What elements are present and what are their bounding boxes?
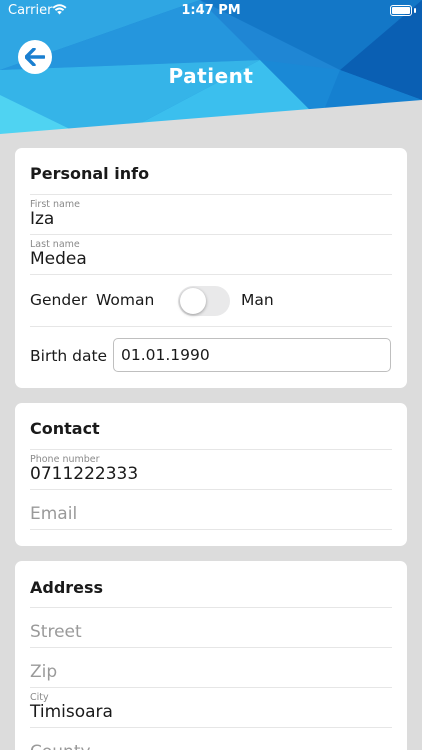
contact-title: Contact (30, 403, 392, 450)
man-label: Man (241, 291, 274, 309)
zip-field[interactable]: Zip (30, 648, 392, 688)
personal-info-card: Personal info First name Iza Last name M… (15, 148, 407, 388)
address-title: Address (30, 561, 392, 608)
phone-field[interactable]: Phone number 0711222333 (30, 450, 392, 490)
last-name-value: Medea (30, 249, 87, 269)
email-placeholder: Email (30, 504, 78, 524)
birth-date-label: Birth date (30, 347, 108, 365)
gender-toggle[interactable] (178, 286, 230, 316)
county-field[interactable]: County (30, 728, 392, 750)
city-value: Timisoara (30, 702, 113, 722)
header: Carrier 1:47 PM Patient (0, 0, 422, 134)
battery-icon (390, 5, 412, 16)
page-title: Patient (168, 64, 254, 88)
woman-label: Woman (96, 291, 155, 309)
county-placeholder: County (30, 742, 91, 750)
toggle-knob (180, 288, 206, 314)
birth-date-row: Birth date (30, 327, 392, 387)
status-bar: Carrier 1:47 PM (0, 0, 422, 22)
address-card: Address Street Zip City Timisoara County (15, 561, 407, 750)
street-field[interactable]: Street (30, 608, 392, 648)
first-name-value: Iza (30, 209, 55, 229)
zip-placeholder: Zip (30, 662, 58, 682)
gender-row: Gender Woman Man (30, 275, 392, 327)
last-name-field[interactable]: Last name Medea (30, 235, 392, 275)
contact-card: Contact Phone number 0711222333 Email (15, 403, 407, 546)
email-field[interactable]: Email (30, 490, 392, 530)
street-placeholder: Street (30, 622, 82, 642)
city-field[interactable]: City Timisoara (30, 688, 392, 728)
phone-value: 0711222333 (30, 464, 139, 484)
birth-date-input[interactable] (113, 338, 391, 372)
status-time: 1:47 PM (181, 3, 241, 18)
battery-nub (414, 8, 416, 13)
gender-label: Gender (30, 291, 88, 309)
personal-info-title: Personal info (30, 148, 392, 195)
first-name-field[interactable]: First name Iza (30, 195, 392, 235)
